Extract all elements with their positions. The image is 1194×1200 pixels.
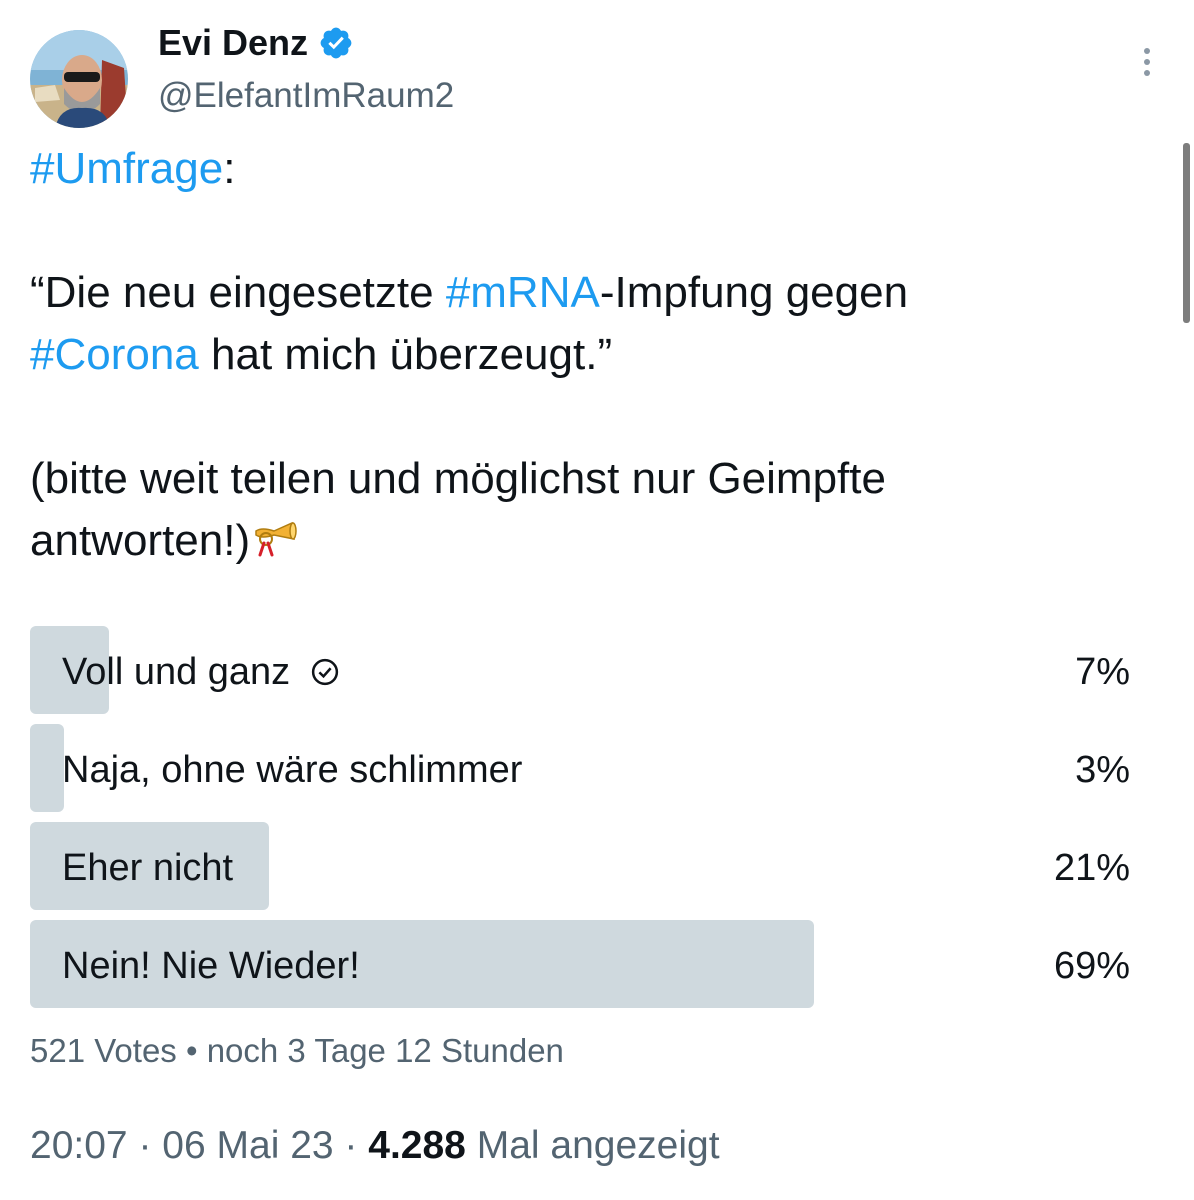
- author-handle[interactable]: @ElefantImRaum2: [158, 76, 454, 116]
- tweet-text-colon: :: [223, 144, 236, 193]
- author-name-row[interactable]: Evi Denz: [158, 22, 354, 64]
- poll-votes: 521 Votes: [30, 1032, 177, 1069]
- poll-option-label: Nein! Nie Wieder!: [62, 945, 360, 987]
- poll-meta: 521 Votes • noch 3 Tage 12 Stunden: [30, 1032, 564, 1070]
- avatar[interactable]: [30, 30, 128, 128]
- hashtag-mrna[interactable]: #mRNA: [446, 268, 600, 317]
- postal-horn-icon: [255, 521, 297, 557]
- note-line-2: antworten!): [30, 516, 251, 565]
- poll-option-label: Eher nicht: [62, 847, 234, 889]
- meta-dot: ·: [344, 1124, 358, 1167]
- tweet-date[interactable]: 06 Mai 23: [162, 1124, 333, 1167]
- hashtag-corona[interactable]: #Corona: [30, 330, 199, 379]
- poll-separator: •: [185, 1032, 198, 1069]
- more-options-icon[interactable]: [1132, 48, 1162, 82]
- quote-mid: -Impfung gegen: [599, 268, 909, 317]
- poll-option-1[interactable]: Voll und ganz 7%: [30, 626, 1134, 714]
- note-line-1: (bitte weit teilen und möglichst nur Gei…: [30, 454, 886, 503]
- poll-option-bar: [30, 724, 64, 812]
- poll-remaining: noch 3 Tage 12 Stunden: [206, 1032, 564, 1069]
- poll-option-2[interactable]: Naja, ohne wäre schlimmer 3%: [30, 724, 1134, 812]
- hashtag-umfrage[interactable]: #Umfrage: [30, 144, 223, 193]
- author-name[interactable]: Evi Denz: [158, 22, 308, 64]
- poll-option-percent: 3%: [1075, 749, 1130, 791]
- poll-option-4[interactable]: Nein! Nie Wieder! 69%: [30, 920, 1134, 1008]
- verified-badge-icon: [320, 27, 352, 59]
- poll-option-label: Voll und ganz: [62, 651, 291, 693]
- quote-start: “Die neu eingesetzte: [30, 268, 446, 317]
- scrollbar[interactable]: [1183, 143, 1190, 323]
- poll-option-label: Naja, ohne wäre schlimmer: [62, 749, 523, 791]
- views-label: Mal angezeigt: [476, 1124, 720, 1167]
- tweet-time[interactable]: 20:07: [30, 1124, 128, 1167]
- poll-option-percent: 7%: [1075, 651, 1130, 693]
- meta-dot: ·: [138, 1124, 152, 1167]
- tweet-text: #Umfrage: “Die neu eingesetzte #mRNA-Imp…: [30, 138, 1150, 572]
- poll: Voll und ganz 7% Naja, ohne wäre schlimm…: [30, 626, 1134, 1018]
- poll-option-3[interactable]: Eher nicht 21%: [30, 822, 1134, 910]
- views-count: 4.288: [368, 1124, 466, 1167]
- check-circle-icon: [312, 658, 339, 686]
- quote-end: hat mich überzeugt.”: [198, 330, 613, 379]
- tweet-meta-row: 20:07 · 06 Mai 23 · 4.288 Mal angezeigt: [30, 1124, 720, 1168]
- poll-option-percent: 21%: [1053, 847, 1130, 889]
- poll-option-percent: 69%: [1053, 945, 1130, 987]
